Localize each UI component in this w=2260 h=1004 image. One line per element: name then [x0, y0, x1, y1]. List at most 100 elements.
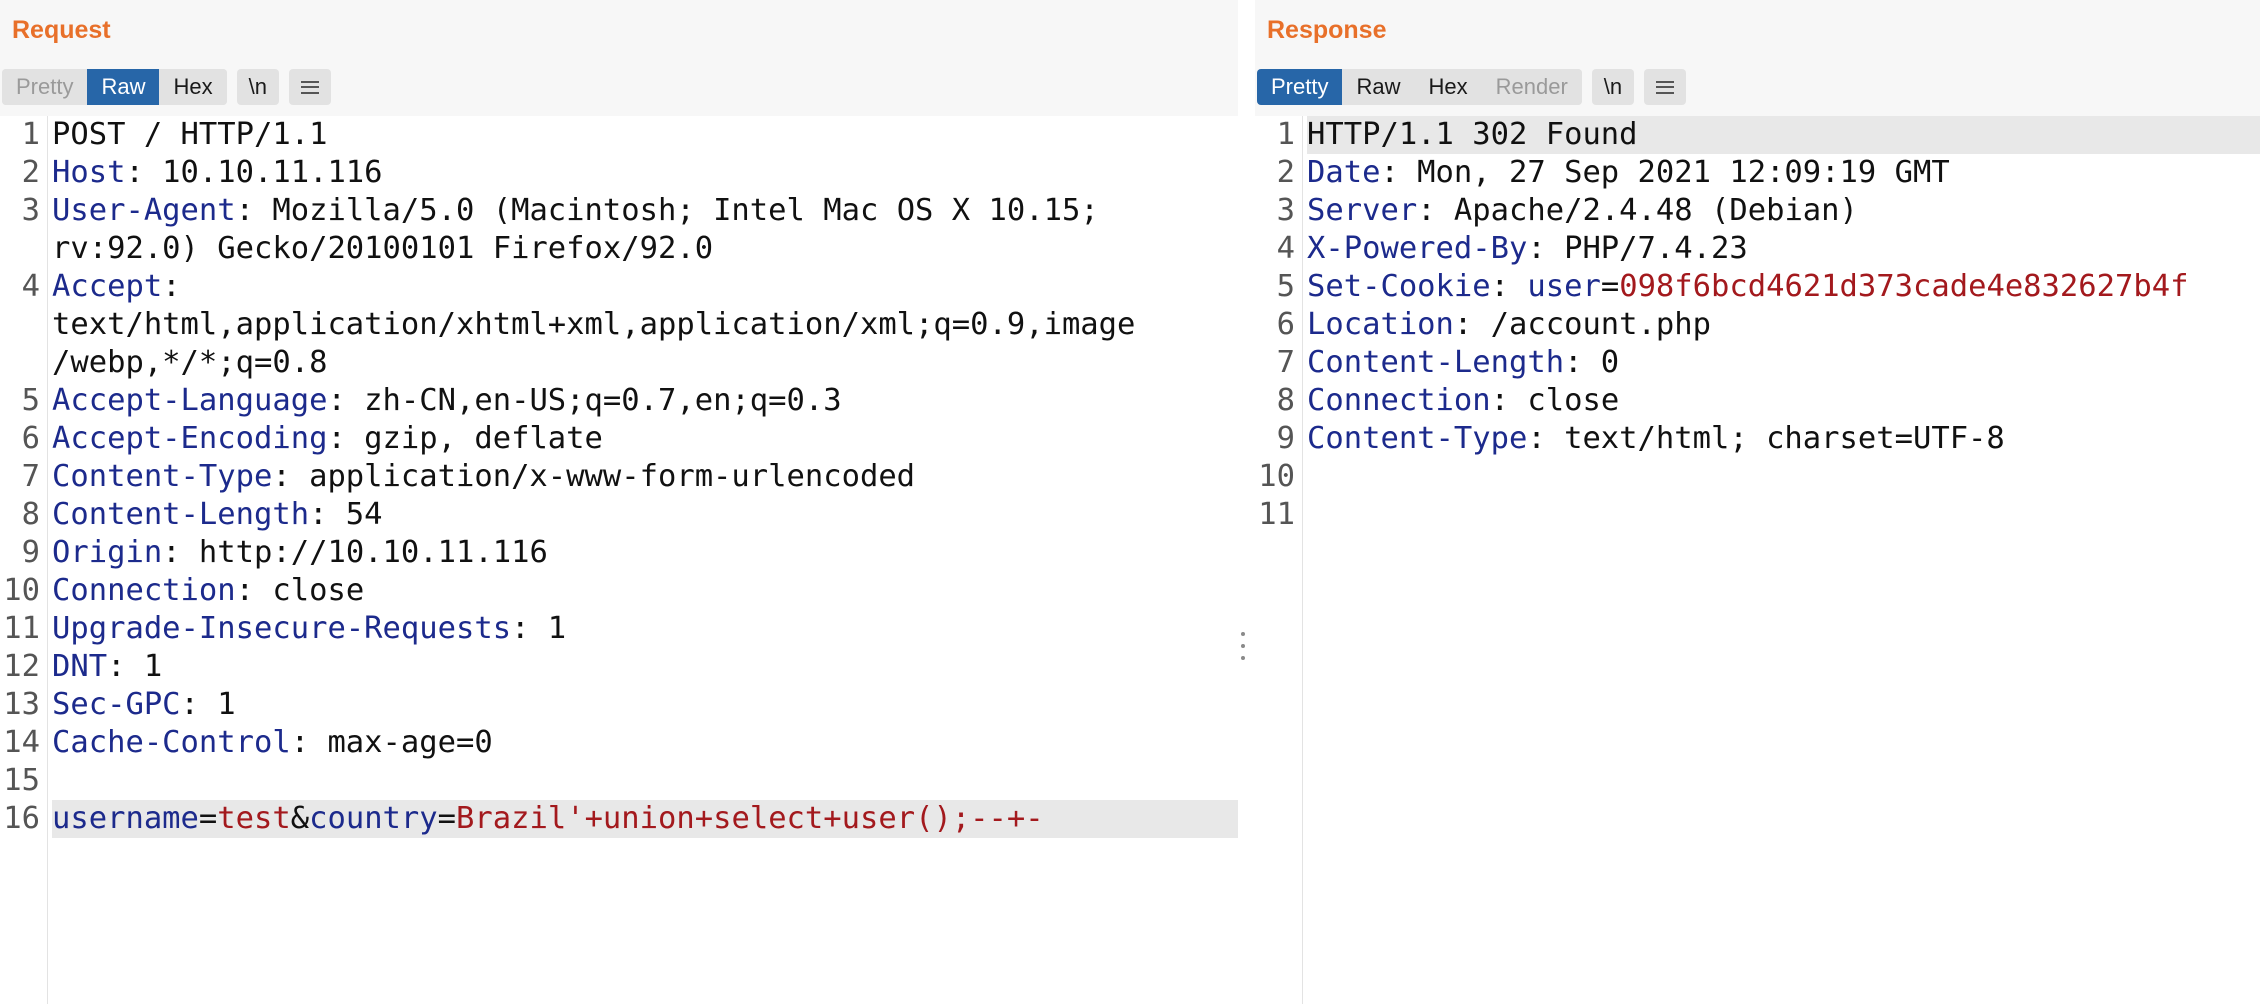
response-line-number: 4 — [1276, 231, 1295, 266]
code-text-token: = — [437, 801, 457, 836]
request-line-number: 11 — [3, 611, 40, 646]
code-text-token: = — [1600, 269, 1620, 304]
request-code-line: Host: 10.10.11.116 — [52, 154, 1238, 192]
code-key-token: Connection — [1307, 383, 1491, 418]
request-line-number: 6 — [21, 421, 40, 456]
split-drag-handle-icon[interactable] — [1240, 632, 1246, 660]
request-newline-toggle-button[interactable]: \n — [236, 69, 279, 105]
response-menu-button[interactable] — [1644, 69, 1687, 105]
request-code-line: username=test&country=Brazil'+union+sele… — [52, 800, 1238, 838]
response-code-line: Content-Length: 0 — [1307, 344, 2260, 382]
code-key-token: Accept — [52, 269, 163, 304]
code-value-token: test — [217, 801, 291, 836]
response-code-line: HTTP/1.1 302 Found — [1307, 116, 2260, 154]
request-code-line: Upgrade-Insecure-Requests: 1 — [52, 610, 1238, 648]
code-value-token: Brazil'+union+select+user();--+- — [456, 801, 1044, 836]
request-gutter-divider — [47, 116, 48, 1004]
code-text-token: : text/html; charset=UTF-8 — [1527, 421, 2005, 456]
hamburger-menu-icon — [1656, 80, 1675, 94]
response-line-number: 10 — [1258, 459, 1295, 494]
code-key-token: User-Agent — [52, 193, 236, 228]
request-code-line: User-Agent: Mozilla/5.0 (Macintosh; Inte… — [52, 192, 1238, 230]
request-line-number: 14 — [3, 725, 40, 760]
code-key-token: X-Powered-By — [1307, 231, 1528, 266]
request-panel: Request Pretty Raw Hex \n 1 POST / HTTP/1… — [0, 0, 1238, 1004]
code-key-token: Content-Type — [52, 459, 273, 494]
response-newline-toggle-button[interactable]: \n — [1591, 69, 1635, 105]
code-key-token: Accept-Encoding — [52, 421, 328, 456]
code-key-token: Host — [52, 155, 126, 190]
response-line-number: 9 — [1276, 421, 1295, 456]
request-header: Request Pretty Raw Hex \n — [0, 0, 1238, 116]
code-text-token: : zh-CN,en-US;q=0.7,en;q=0.3 — [327, 383, 842, 418]
code-key-token: country — [309, 801, 438, 836]
code-text-token: POST / HTTP/1.1 — [52, 117, 328, 152]
request-code-line: text/html,application/xhtml+xml,applicat… — [52, 306, 1238, 344]
request-editor[interactable]: 1 POST / HTTP/1.1 2 Host: 10.10.11.116 3 User… — [0, 116, 1238, 1004]
panel-split-bar[interactable] — [1238, 0, 1255, 1004]
message-editor: Request Pretty Raw Hex \n 1 POST / HTTP/1… — [0, 0, 2260, 1004]
code-text-token: : max-age=0 — [290, 725, 493, 760]
code-value-token: 098f6bcd4621d373cade4e832627b4f — [1619, 269, 2189, 304]
code-text-token: : Mozilla/5.0 (Macintosh; Intel Mac OS X… — [235, 193, 1099, 228]
request-tab-raw[interactable]: Raw — [87, 69, 160, 105]
code-text-token: : Apache/2.4.48 (Debian) — [1417, 193, 1858, 228]
request-view-tabs: Pretty Raw Hex — [2, 69, 227, 105]
response-line-number: 2 — [1276, 155, 1295, 190]
code-text-token: : application/x-www-form-urlencoded — [272, 459, 916, 494]
code-key-token: username — [52, 801, 199, 836]
request-code-line: Content-Length: 54 — [52, 496, 1238, 534]
code-text-token: rv:92.0) Gecko/20100101 Firefox/92.0 — [52, 231, 714, 266]
request-menu-button[interactable] — [288, 69, 331, 105]
code-text-token: : 1 — [107, 649, 163, 684]
response-line-number: 5 — [1276, 269, 1295, 304]
code-text-token: HTTP/1.1 302 Found — [1307, 117, 1638, 152]
response-header: Response Pretty Raw Hex Render \n — [1255, 0, 2260, 116]
response-line-number: 1 — [1276, 117, 1295, 152]
code-key-token: DNT — [52, 649, 108, 684]
code-key-token: Content-Type — [1307, 421, 1528, 456]
response-gutter-divider — [1302, 116, 1303, 1004]
request-code-line: Content-Type: application/x-www-form-url… — [52, 458, 1238, 496]
code-text-token: : PHP/7.4.23 — [1527, 231, 1748, 266]
request-tab-pretty[interactable]: Pretty — [2, 69, 88, 105]
request-line-number: 5 — [21, 383, 40, 418]
response-code-line: Date: Mon, 27 Sep 2021 12:09:19 GMT — [1307, 154, 2260, 192]
response-code-line: Connection: close — [1307, 382, 2260, 420]
request-code-line: Sec-GPC: 1 — [52, 686, 1238, 724]
request-code-line: Accept-Encoding: gzip, deflate — [52, 420, 1238, 458]
response-line-number: 7 — [1276, 345, 1295, 380]
code-text-token: : http://10.10.11.116 — [162, 535, 548, 570]
code-key-token: Sec-GPC — [52, 687, 181, 722]
code-key-token: Set-Cookie — [1307, 269, 1491, 304]
response-editor[interactable]: 1 HTTP/1.1 302 Found 2 Date: Mon, 27 Sep 20… — [1255, 116, 2260, 1004]
request-code-line: DNT: 1 — [52, 648, 1238, 686]
code-text-token: : close — [1490, 383, 1620, 418]
response-code-line — [1307, 496, 2260, 534]
request-line-number: 3 — [21, 193, 40, 228]
request-line-number: 15 — [3, 763, 40, 798]
request-line-number: 1 — [21, 117, 40, 152]
request-tab-hex[interactable]: Hex — [159, 69, 227, 105]
request-line-number: 8 — [21, 497, 40, 532]
response-tab-render[interactable]: Render — [1481, 69, 1582, 105]
response-tab-pretty[interactable]: Pretty — [1257, 69, 1343, 105]
response-tab-hex[interactable]: Hex — [1414, 69, 1482, 105]
code-text-token: : 1 — [511, 611, 567, 646]
request-code-line: POST / HTTP/1.1 — [52, 116, 1238, 154]
request-code-line: Connection: close — [52, 572, 1238, 610]
request-code-line: Accept-Language: zh-CN,en-US;q=0.7,en;q=… — [52, 382, 1238, 420]
code-text-token: : — [162, 269, 181, 304]
code-text-token: : 1 — [180, 687, 236, 722]
request-code-line: Cache-Control: max-age=0 — [52, 724, 1238, 762]
response-code-line: Location: /account.php — [1307, 306, 2260, 344]
code-text-token: : close — [235, 573, 365, 608]
response-line-number: 8 — [1276, 383, 1295, 418]
request-code-line: Accept: — [52, 268, 1238, 306]
response-tab-raw[interactable]: Raw — [1342, 69, 1415, 105]
code-text-token: : /account.php — [1453, 307, 1711, 342]
request-line-number: 10 — [3, 573, 40, 608]
response-view-tabs: Pretty Raw Hex Render — [1257, 69, 1582, 105]
code-text-token: = — [198, 801, 218, 836]
response-line-number: 6 — [1276, 307, 1295, 342]
